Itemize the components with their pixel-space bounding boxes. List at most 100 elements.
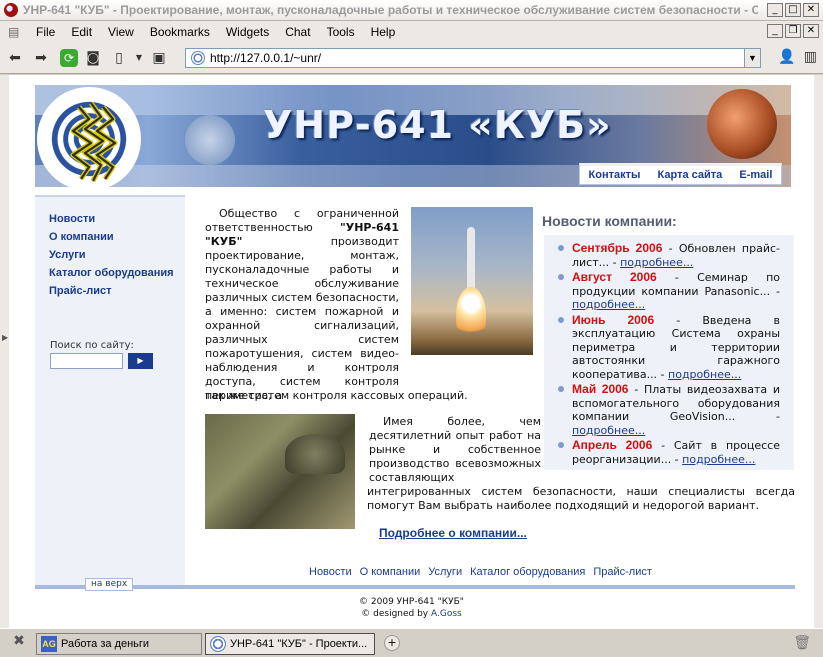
search-button[interactable]: ▶: [128, 353, 153, 369]
list-item: Август 2006 - Семинар по продукции компа…: [558, 270, 780, 312]
forward-icon[interactable]: ➡: [30, 47, 52, 69]
page-restore-button[interactable]: ❐: [785, 24, 801, 38]
news-date: Август 2006: [572, 270, 657, 284]
news-more-link[interactable]: подробнее...: [682, 453, 755, 466]
page-minimize-button[interactable]: _: [767, 24, 783, 38]
designed-by-line: © designed by A.Goss: [9, 608, 814, 620]
bullet-icon: [558, 274, 564, 280]
rocket-launch-image: [411, 207, 533, 355]
maximize-button[interactable]: □: [785, 3, 801, 17]
list-item: Апрель 2006 - Сайт в процессе реорганиза…: [558, 438, 780, 466]
sidebar-item-services[interactable]: Услуги: [49, 249, 179, 262]
email-link[interactable]: E-mail: [739, 169, 772, 181]
user-icon[interactable]: 👤: [778, 49, 795, 65]
footer-link-services[interactable]: Услуги: [428, 566, 462, 578]
news-more-link[interactable]: подробнее...: [572, 424, 645, 437]
trash-can-icon[interactable]: 🗑: [793, 635, 811, 651]
tools-icon[interactable]: ✖: [8, 633, 30, 653]
sidebar-item-about[interactable]: О компании: [49, 231, 179, 244]
news-more-link[interactable]: подробнее...: [668, 368, 741, 381]
about-company-link[interactable]: Подробнее о компании...: [379, 526, 527, 540]
back-to-top-link[interactable]: на верх: [85, 578, 134, 591]
tab-bar-icon[interactable]: ▤: [8, 25, 22, 39]
intro-text-rest: производит проектирование, монтаж, пуско…: [205, 235, 399, 402]
printer-icon[interactable]: ▣: [148, 47, 170, 69]
author-link[interactable]: A.Goss: [431, 609, 462, 619]
copyright: © 2009 УНР-641 "КУБ" © designed by A.Gos…: [9, 596, 814, 620]
menu-file[interactable]: File: [28, 25, 63, 39]
panel-arrow-icon[interactable]: ▶: [2, 333, 8, 342]
sidebar-top-line: [35, 195, 185, 197]
taskbar: ✖ AG Работа за деньги УНР-641 "КУБ" - Пр…: [0, 628, 823, 657]
menu-bar: ▤ File Edit View Bookmarks Widgets Chat …: [0, 21, 823, 42]
menu-edit[interactable]: Edit: [63, 25, 100, 39]
company-logo[interactable]: [37, 87, 141, 191]
page-close-button[interactable]: ✕: [803, 24, 819, 38]
menu-view[interactable]: View: [100, 25, 142, 39]
intro-tail: так же систем контроля кассовых операций…: [205, 389, 468, 402]
news-more-link[interactable]: подробнее...: [620, 256, 693, 269]
minimize-button[interactable]: _: [767, 3, 783, 17]
footer-link-news[interactable]: Новости: [309, 566, 352, 578]
wand-icon[interactable]: ▥: [804, 49, 817, 65]
satellite-dish-image: [185, 115, 235, 165]
footer-nav: Новости О компании Услуги Каталог оборуд…: [309, 566, 652, 578]
viewport-border: [814, 75, 823, 628]
camera-icon[interactable]: ◙: [82, 47, 104, 69]
browser-page-icon: [210, 636, 226, 652]
taskbar-item-label: УНР-641 "КУБ" - Проекти...: [230, 638, 368, 650]
experience-paragraph: Имея более, чем десятилетний опыт работ …: [369, 415, 541, 484]
menu-widgets[interactable]: Widgets: [218, 25, 277, 39]
close-button[interactable]: ✕: [803, 3, 819, 17]
sidebar: Новости О компании Услуги Каталог оборуд…: [35, 195, 185, 585]
news-title: Новости компании:: [542, 213, 677, 229]
lightning-icon: [70, 101, 118, 183]
footer-link-pricelist[interactable]: Прайс-лист: [593, 566, 652, 578]
news-list: Сентябрь 2006 - Обновлен прайс-лист... -…: [558, 241, 780, 468]
news-more-link[interactable]: подробнее...: [572, 298, 645, 311]
footer-link-catalog[interactable]: Каталог оборудования: [470, 566, 585, 578]
url-input[interactable]: [210, 51, 740, 65]
bullet-icon: [558, 386, 564, 392]
footer-link-about[interactable]: О компании: [360, 566, 421, 578]
news-date: Июнь 2006: [572, 312, 655, 327]
taskbar-item-label: Работа за деньги: [61, 638, 150, 650]
sidebar-nav: Новости О компании Услуги Каталог оборуд…: [49, 213, 179, 303]
menu-help[interactable]: Help: [363, 25, 404, 39]
address-dropdown-icon[interactable]: ▼: [744, 49, 760, 67]
dropdown-icon[interactable]: ▼: [134, 47, 144, 69]
sitemap-link[interactable]: Карта сайта: [658, 169, 723, 181]
contacts-link[interactable]: Контакты: [589, 169, 641, 181]
menu-chat[interactable]: Chat: [277, 25, 318, 39]
site-icon: [191, 51, 205, 65]
news-date: Сентябрь 2006: [572, 241, 663, 255]
bullet-icon: [558, 245, 564, 251]
site-title: УНР-641 «КУБ»: [263, 103, 612, 147]
news-date: Май 2006: [572, 382, 629, 396]
menu-tools[interactable]: Tools: [319, 25, 363, 39]
list-item: Сентябрь 2006 - Обновлен прайс-лист... -…: [558, 241, 780, 269]
rocket-flame: [456, 287, 486, 342]
address-bar[interactable]: ▼: [185, 48, 761, 68]
soldiers-image: [205, 414, 355, 529]
top-links-bar: Контакты Карта сайта E-mail: [579, 163, 782, 185]
window-title: УНР-641 "КУБ" - Проектирование, монтаж, …: [23, 3, 758, 17]
panel-toggle[interactable]: ▶: [0, 75, 9, 628]
reload-icon[interactable]: ⟳: [60, 48, 78, 67]
trash-icon[interactable]: ▯: [108, 47, 130, 69]
search-input[interactable]: [50, 353, 123, 369]
designed-by-label: © designed by: [361, 609, 431, 619]
list-item: Июнь 2006 - Введена в эксплуатацию Систе…: [558, 312, 780, 382]
rocket-body: [467, 227, 475, 289]
page-viewport: УНР-641 «КУБ» Контакты Карта сайта E-mai…: [9, 75, 814, 628]
sidebar-item-pricelist[interactable]: Прайс-лист: [49, 285, 179, 298]
taskbar-item-browser[interactable]: УНР-641 "КУБ" - Проекти...: [205, 633, 375, 655]
menu-bookmarks[interactable]: Bookmarks: [142, 25, 218, 39]
sidebar-item-catalog[interactable]: Каталог оборудования: [49, 267, 179, 280]
planet-image: [707, 89, 777, 159]
taskbar-item-work[interactable]: AG Работа за деньги: [36, 633, 202, 655]
new-tab-icon[interactable]: +: [384, 635, 400, 651]
sidebar-item-news[interactable]: Новости: [49, 213, 179, 226]
back-icon[interactable]: ⬅: [4, 47, 26, 69]
search-label: Поиск по сайту:: [50, 340, 134, 351]
